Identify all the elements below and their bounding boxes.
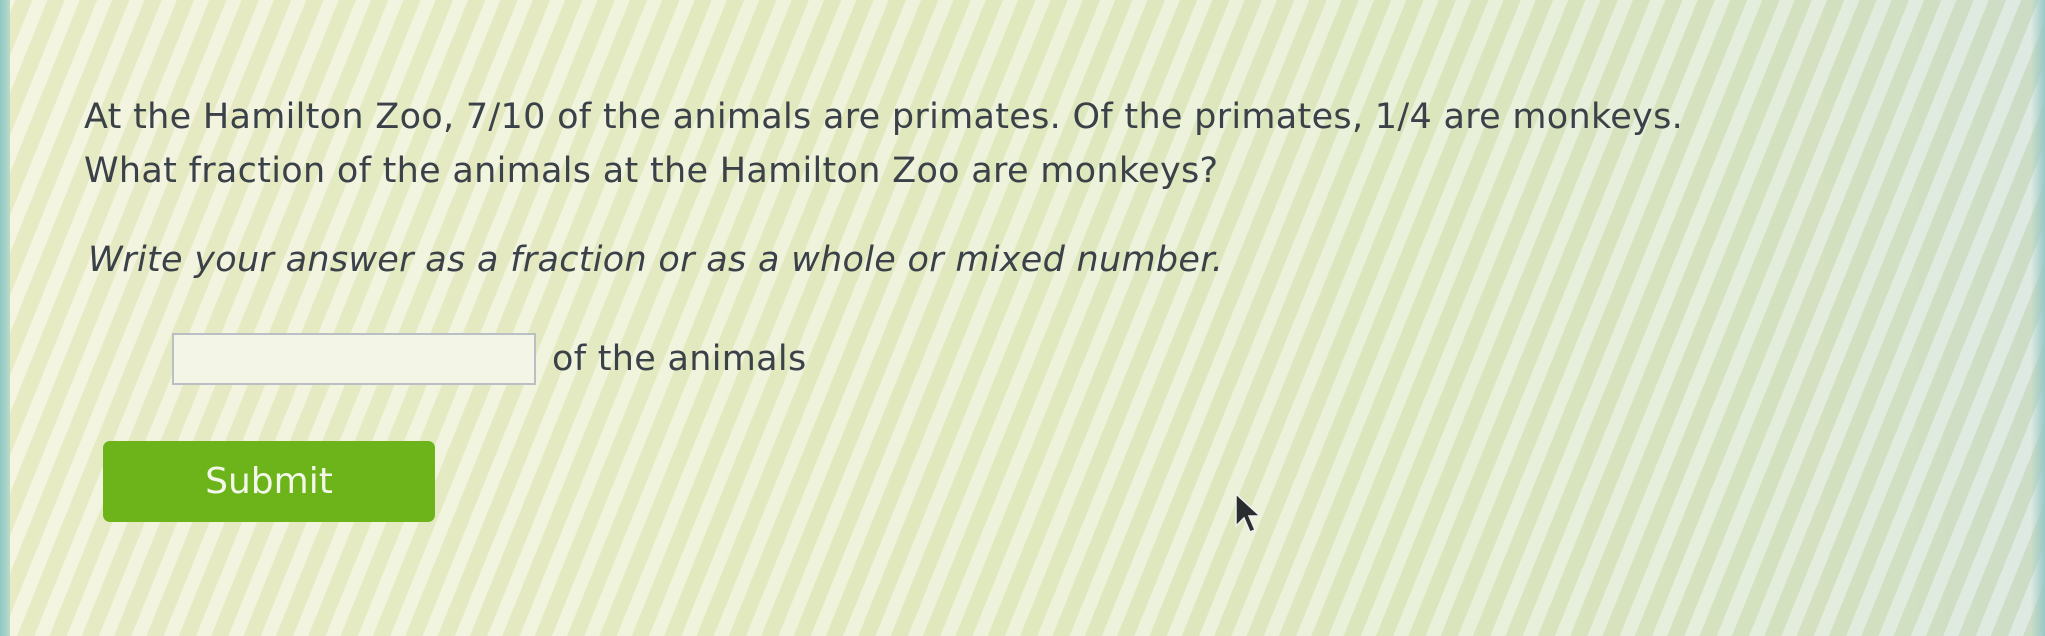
answer-instruction: Write your answer as a fraction or as a … [88,240,1224,280]
question-text: At the Hamilton Zoo, 7/10 of the animals… [84,90,1964,198]
answer-row: of the animals [172,333,806,385]
submit-button[interactable]: Submit [103,441,435,522]
problem-content: At the Hamilton Zoo, 7/10 of the animals… [84,90,1984,280]
answer-suffix: of the animals [552,339,807,379]
answer-input[interactable] [172,333,536,385]
question-line-2: What fraction of the animals at the Hami… [84,151,1219,191]
arrow-cursor-icon [1235,492,1262,533]
right-screen-edge [2031,0,2045,636]
left-screen-edge [0,0,10,636]
question-line-1: At the Hamilton Zoo, 7/10 of the animals… [84,97,1684,137]
